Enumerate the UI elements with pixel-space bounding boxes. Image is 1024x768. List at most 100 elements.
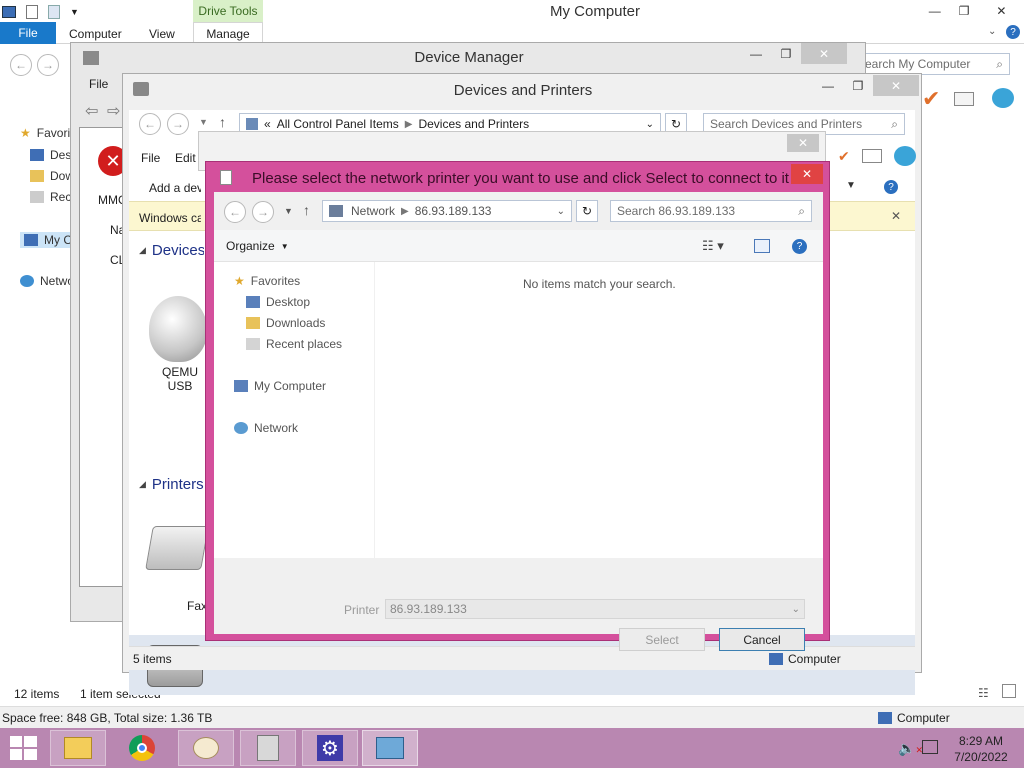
chevron-down-icon[interactable]: ⌄ [792, 604, 800, 615]
view-options-icon[interactable]: ☷ ▾ [702, 238, 724, 254]
fax-device-icon[interactable] [145, 526, 209, 570]
tab-view[interactable]: View [149, 27, 175, 41]
menu-edit[interactable]: Edit [175, 151, 196, 165]
close-button[interactable]: ✕ [801, 43, 847, 64]
quick-access-toolbar: ▼ [0, 0, 100, 24]
printer-field[interactable]: 86.93.189.133 ⌄ [385, 599, 805, 619]
large-icons-view-icon[interactable] [1002, 684, 1016, 698]
volume-muted-icon[interactable]: 🔈✕ [898, 740, 923, 757]
forward-button[interactable]: → [37, 54, 59, 76]
close-icon[interactable]: ✕ [891, 209, 901, 223]
properties-icon[interactable] [26, 5, 38, 19]
taskbar-settings[interactable]: ⚙ [302, 730, 358, 766]
nav-downloads[interactable]: Downloads [246, 316, 325, 330]
star-icon: ★ [234, 274, 245, 288]
close-button[interactable]: ✕ [978, 0, 1024, 21]
breadcrumb-control-panel[interactable]: All Control Panel Items [277, 117, 399, 131]
dialog-address-bar[interactable]: Network ▶ 86.93.189.133 ⌄ [322, 200, 572, 222]
back-button[interactable]: ← [224, 201, 246, 223]
dialog-close-button[interactable]: ✕ [791, 164, 823, 184]
breadcrumb-host[interactable]: 86.93.189.133 [415, 204, 492, 218]
palette-icon [193, 737, 219, 759]
menu-file[interactable]: File [141, 151, 160, 165]
details-bar-right: Computer [897, 711, 950, 725]
preview-pane-icon[interactable] [754, 239, 770, 253]
shell-icon [992, 88, 1014, 108]
explorer-search[interactable]: Search My Computer ⌕ [850, 53, 1010, 75]
chevron-down-icon[interactable]: ⌄ [646, 119, 654, 130]
chevron-down-icon[interactable]: ⌄ [557, 206, 565, 217]
breadcrumb-network[interactable]: Network [351, 204, 395, 218]
dialog-search[interactable]: Search 86.93.189.133 ⌕ [610, 200, 812, 222]
network-icon [329, 205, 343, 217]
close-button[interactable]: ✕ [873, 75, 919, 96]
taskbar-paint[interactable] [178, 730, 234, 766]
nav-my-computer[interactable]: My Computer [234, 379, 326, 393]
chevron-down-icon[interactable]: ▼ [70, 7, 79, 17]
nav-desktop[interactable]: Desktop [246, 295, 310, 309]
taskbar-file-explorer[interactable] [50, 730, 106, 766]
ghost-toolbar-icons: ✔ [838, 146, 916, 166]
computer-icon [234, 380, 248, 392]
section-printers[interactable]: ◢ Printers [139, 476, 204, 493]
breadcrumb-devices-printers[interactable]: Devices and Printers [418, 117, 529, 131]
search-placeholder: Search 86.93.189.133 [617, 204, 736, 218]
back-button[interactable]: ← [10, 54, 32, 76]
section-devices[interactable]: ◢ Devices [139, 242, 204, 259]
taskbar-chrome[interactable] [114, 730, 170, 766]
dialog-content: ★ Favorites Desktop Downloads Recent plac… [214, 262, 823, 558]
forward-button[interactable]: → [252, 201, 274, 223]
maximize-button[interactable]: ❐ [771, 43, 801, 64]
back-button[interactable]: ← [139, 113, 161, 135]
chrome-icon [129, 735, 155, 761]
chevron-down-icon[interactable]: ▼ [284, 206, 293, 216]
cancel-button[interactable]: Cancel [719, 628, 805, 651]
new-folder-icon[interactable] [48, 5, 60, 19]
refresh-icon[interactable]: ↻ [576, 200, 598, 222]
tab-manage[interactable]: Manage [193, 22, 263, 44]
nav-favorites[interactable]: ★ Favorites [234, 274, 300, 288]
mouse-device-icon[interactable] [149, 296, 207, 362]
clock[interactable]: 8:29 AM 7/20/2022 [948, 733, 1014, 765]
search-icon: ⌕ [996, 56, 1003, 71]
ghost-chevron[interactable]: ▼ [846, 180, 856, 191]
close-button[interactable]: ✕ [787, 134, 819, 152]
collapse-icon: ◢ [139, 479, 146, 489]
dm-menu-file[interactable]: File [89, 77, 108, 91]
start-button[interactable] [10, 736, 38, 760]
chevron-down-icon: ▼ [280, 241, 289, 251]
printer-field-value: 86.93.189.133 [390, 602, 467, 616]
dialog-title: Please select the network printer you wa… [252, 170, 789, 187]
up-arrow-icon[interactable]: ↑ [219, 114, 226, 130]
nav-recent[interactable]: Recent places [246, 337, 342, 351]
minimize-button[interactable]: — [920, 0, 949, 21]
up-arrow-icon[interactable]: ↑ [303, 202, 310, 218]
dp-status-right: Computer [788, 652, 841, 666]
select-button[interactable]: Select [619, 628, 705, 651]
help-icon[interactable]: ? [792, 239, 807, 254]
taskbar: ⚙ 🔈✕ 8:29 AM 7/20/2022 [0, 728, 1024, 768]
maximize-button[interactable]: ❐ [949, 0, 978, 21]
search-placeholder: Search Devices and Printers [710, 117, 863, 131]
minimize-button[interactable]: — [741, 43, 771, 64]
tab-file[interactable]: File [0, 22, 56, 44]
taskbar-device-manager[interactable] [240, 730, 296, 766]
details-view-icon[interactable]: ☷ [978, 686, 989, 700]
network-tray-icon[interactable] [922, 740, 938, 754]
organize-button[interactable]: Organize ▼ [226, 239, 289, 253]
computer-icon [769, 653, 783, 665]
add-device-button[interactable]: Add a device [149, 181, 201, 195]
help-icon[interactable]: ? [884, 180, 898, 194]
help-icon[interactable]: ? [1006, 25, 1020, 39]
chevron-down-icon[interactable]: ▼ [199, 117, 208, 127]
back-arrow-icon[interactable]: ⇦ [85, 101, 98, 121]
forward-button[interactable]: → [167, 113, 189, 135]
maximize-button[interactable]: ❐ [843, 75, 873, 96]
tab-computer[interactable]: Computer [69, 27, 122, 41]
minimize-button[interactable]: — [813, 75, 843, 96]
forward-arrow-icon[interactable]: ⇨ [107, 101, 120, 121]
chevron-down-icon[interactable]: ⌄ [988, 26, 996, 37]
nav-network[interactable]: Network [234, 421, 298, 435]
pane-divider[interactable] [374, 262, 375, 558]
taskbar-control-panel[interactable] [362, 730, 418, 766]
